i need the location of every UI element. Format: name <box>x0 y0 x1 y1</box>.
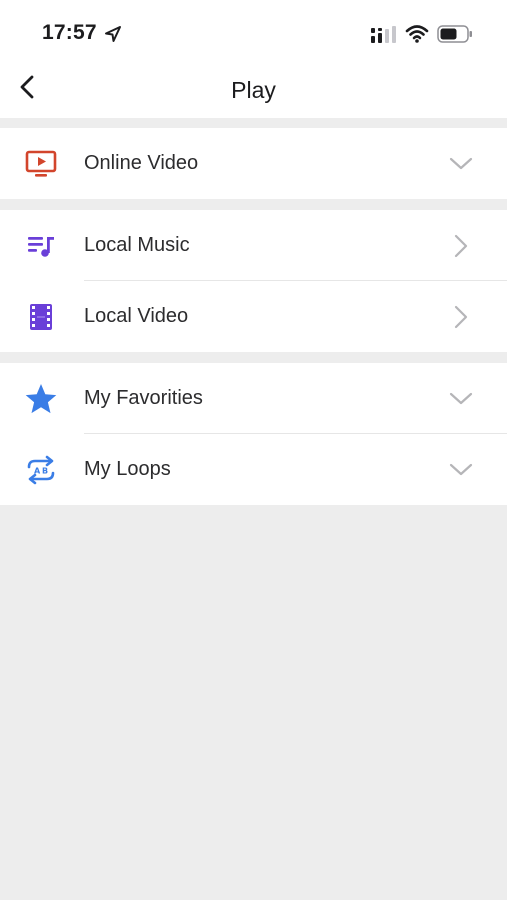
ab-loop-icon: A B <box>24 453 58 487</box>
chevron-right-icon[interactable] <box>449 234 473 258</box>
navigation-bar: Play <box>0 60 507 118</box>
svg-text:A: A <box>34 467 41 476</box>
star-icon <box>24 382 58 416</box>
film-icon <box>24 300 58 334</box>
section-local: Local Music Local Video <box>0 210 507 352</box>
section-mine: My Favorities A B My Loops <box>0 363 507 505</box>
row-local-video[interactable]: Local Video <box>0 281 507 352</box>
chevron-down-icon[interactable] <box>449 387 473 411</box>
chevron-right-icon[interactable] <box>449 305 473 329</box>
row-label: My Loops <box>84 458 171 480</box>
row-local-music[interactable]: Local Music <box>0 210 507 281</box>
row-label: My Favorities <box>84 387 203 409</box>
row-my-favorities[interactable]: My Favorities <box>0 363 507 434</box>
chevron-down-icon[interactable] <box>449 152 473 176</box>
cellular-signal-icon <box>370 26 398 49</box>
section-online: Online Video <box>0 128 507 199</box>
page-title: Play <box>231 77 276 103</box>
status-bar: 17:57 <box>0 0 507 60</box>
row-label: Online Video <box>84 152 199 174</box>
row-online-video[interactable]: Online Video <box>0 128 507 199</box>
status-time: 17:57 <box>42 21 97 44</box>
row-label: Local Music <box>84 234 190 256</box>
battery-icon <box>437 25 473 48</box>
svg-text:B: B <box>42 467 48 476</box>
tv-play-icon <box>24 147 58 181</box>
row-my-loops[interactable]: A B My Loops <box>0 434 507 505</box>
wifi-icon <box>405 24 429 49</box>
chevron-down-icon[interactable] <box>449 458 473 482</box>
location-arrow-icon <box>104 25 122 48</box>
music-list-icon <box>24 229 58 263</box>
row-label: Local Video <box>84 305 189 327</box>
